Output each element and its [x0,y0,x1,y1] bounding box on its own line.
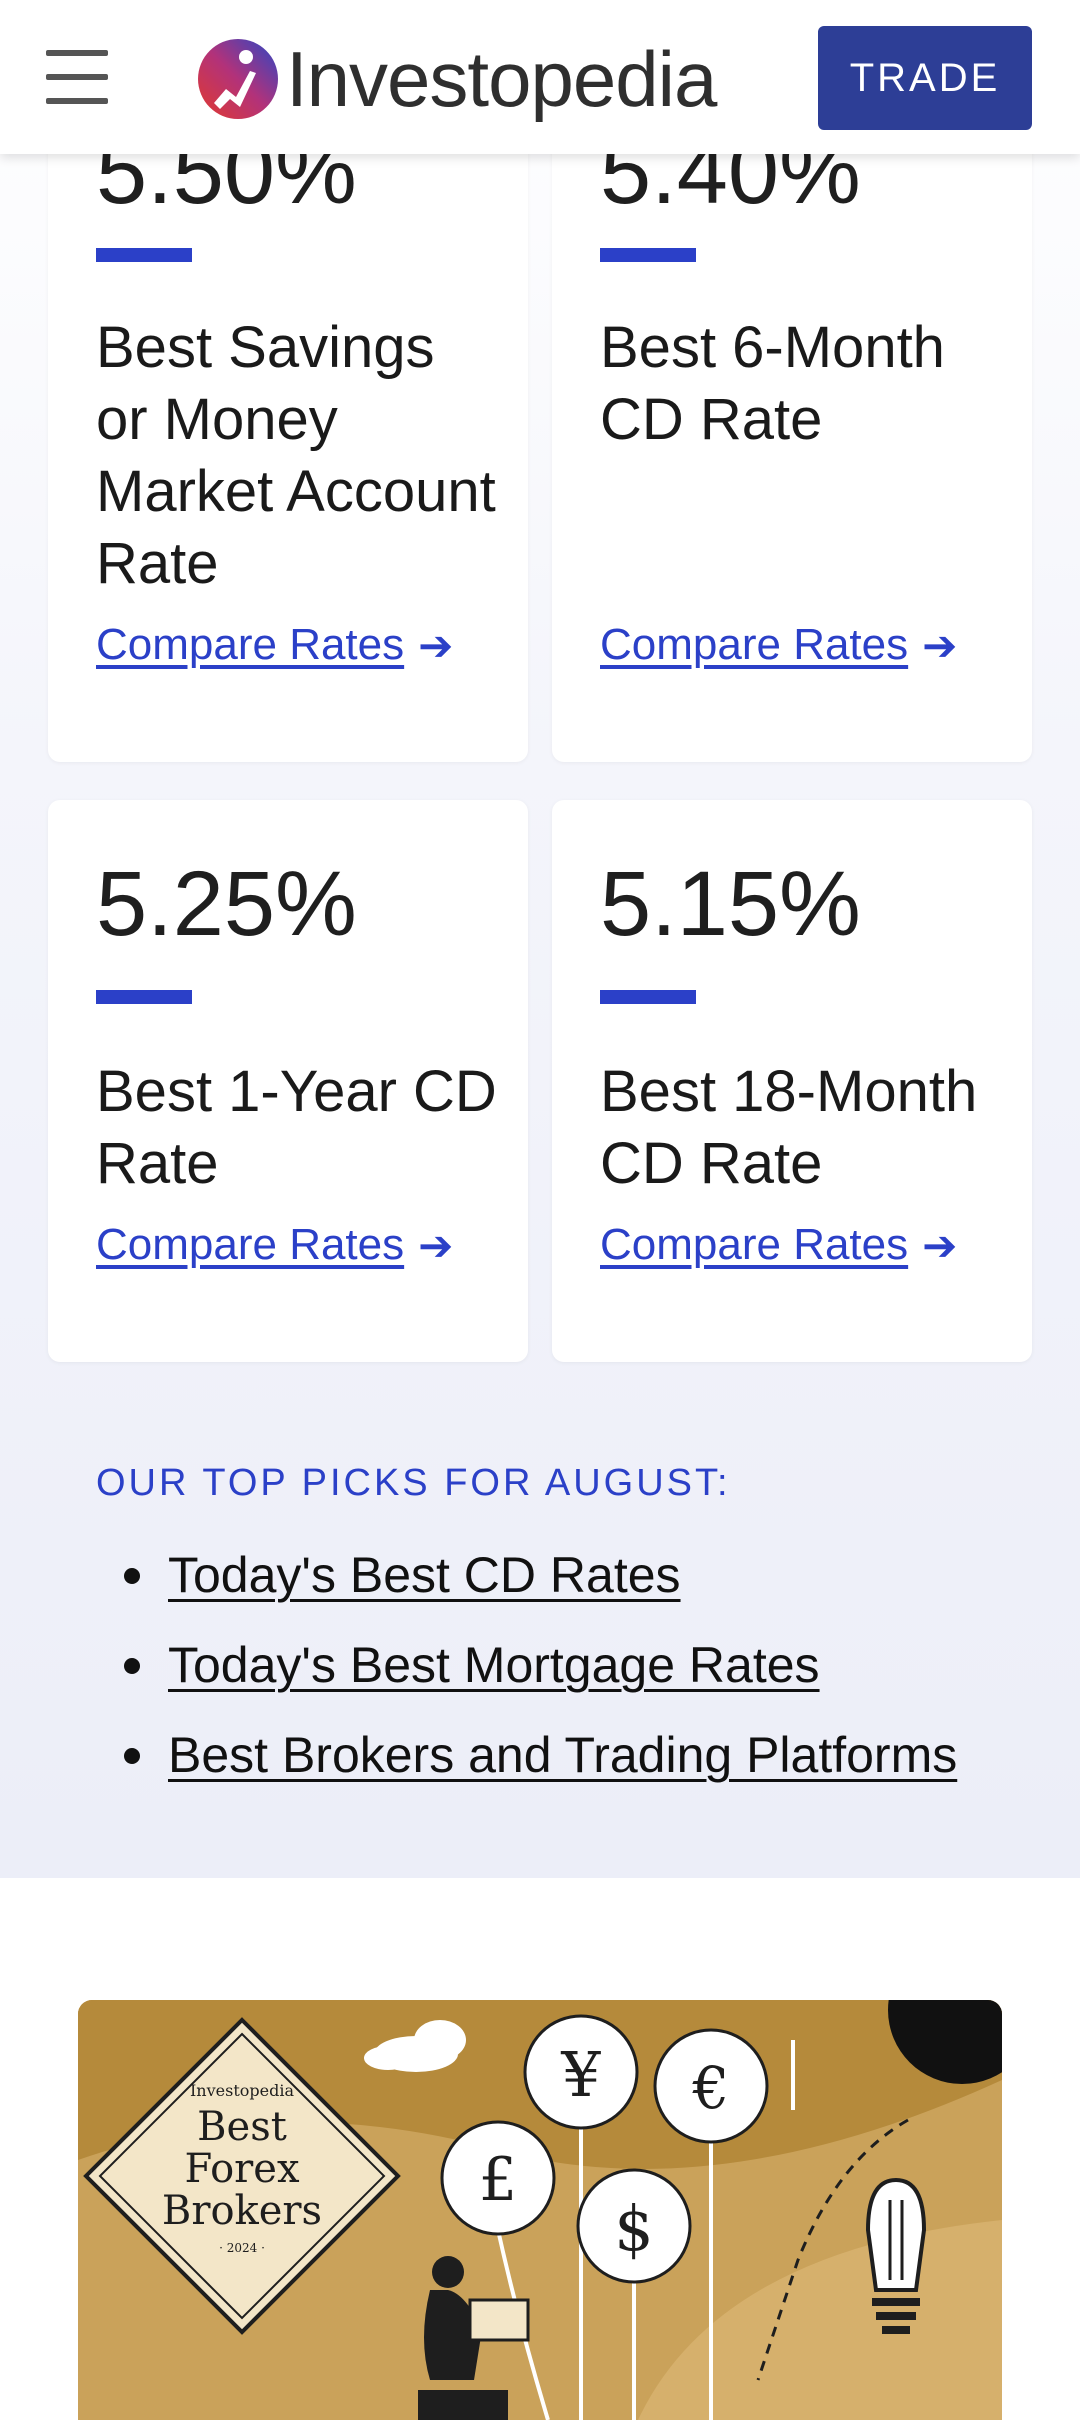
compare-rates-label: Compare Rates [96,1220,405,1269]
accent-bar [600,248,696,262]
rate-title: Best Savings or Money Market Account Rat… [96,315,496,596]
list-item: Today's Best Mortgage Rates [96,1620,957,1710]
forex-illustration: Investopedia Best Forex Brokers · 2024 ·… [78,2000,1002,2420]
accent-bar [96,990,192,1004]
svg-text:¥: ¥ [560,2038,601,2111]
investopedia-logo-icon [198,39,278,119]
yen-coin-icon: ¥ [523,2014,639,2130]
site-header: Investopedia TRADE [0,0,1080,154]
rate-card: 5.40% Best 6-Month CD Rate Compare Rates… [552,100,1032,762]
arrow-right-icon: ➔ [922,1221,958,1269]
accent-bar [96,248,192,262]
accent-bar [600,990,696,1004]
rate-title: Best 6-Month CD Rate [600,315,945,452]
list-item: Best Brokers and Trading Platforms [96,1710,957,1800]
arrow-right-icon: ➔ [418,621,454,669]
bullet-icon [124,1748,140,1764]
pound-coin-icon: £ [440,2120,556,2236]
brand-name: Investopedia [286,34,717,123]
investopedia-logo[interactable]: Investopedia [196,34,717,123]
rate-value: 5.15% [600,853,861,955]
compare-rates-label: Compare Rates [600,620,909,669]
dollar-coin-icon: $ [576,2168,692,2284]
svg-text:€: € [692,2054,730,2122]
list-item: Today's Best CD Rates [96,1530,957,1620]
svg-text:Best: Best [197,2104,287,2150]
compare-rates-link[interactable]: Compare Rates ➔ [600,1220,957,1270]
best-forex-brokers-image[interactable]: Investopedia Best Forex Brokers · 2024 ·… [78,2000,1002,2420]
top-pick-link[interactable]: Today's Best Mortgage Rates [168,1637,820,1693]
rate-card: 5.15% Best 18-Month CD Rate Compare Rate… [552,800,1032,1362]
rate-value: 5.25% [96,853,357,955]
hamburger-menu-icon[interactable] [46,50,108,104]
trade-button[interactable]: TRADE [818,26,1032,130]
svg-text:Investopedia: Investopedia [190,2081,294,2100]
compare-rates-link[interactable]: Compare Rates ➔ [96,1220,453,1270]
euro-coin-icon: € [653,2028,769,2144]
compare-rates-label: Compare Rates [96,620,405,669]
compare-rates-link[interactable]: Compare Rates ➔ [96,620,453,670]
rate-title: Best 1-Year CD Rate [96,1059,497,1196]
compare-rates-link[interactable]: Compare Rates ➔ [600,620,957,670]
top-picks-heading: OUR TOP PICKS FOR AUGUST: [96,1462,731,1504]
top-picks-list: Today's Best CD Rates Today's Best Mortg… [96,1530,957,1800]
svg-text:Forex: Forex [185,2146,300,2192]
svg-text:£: £ [479,2145,517,2215]
bullet-icon [124,1658,140,1674]
rate-title: Best 18-Month CD Rate [600,1059,978,1196]
rate-card: 5.50% Best Savings or Money Market Accou… [48,100,528,762]
compare-rates-label: Compare Rates [600,1220,909,1269]
svg-text:· 2024 ·: · 2024 · [219,2241,265,2255]
top-pick-link[interactable]: Best Brokers and Trading Platforms [168,1727,957,1783]
svg-text:Brokers: Brokers [162,2188,322,2234]
rate-card: 5.25% Best 1-Year CD Rate Compare Rates … [48,800,528,1362]
arrow-right-icon: ➔ [418,1221,454,1269]
svg-text:$: $ [614,2192,653,2265]
top-pick-link[interactable]: Today's Best CD Rates [168,1547,681,1603]
arrow-right-icon: ➔ [922,621,958,669]
bullet-icon [124,1568,140,1584]
